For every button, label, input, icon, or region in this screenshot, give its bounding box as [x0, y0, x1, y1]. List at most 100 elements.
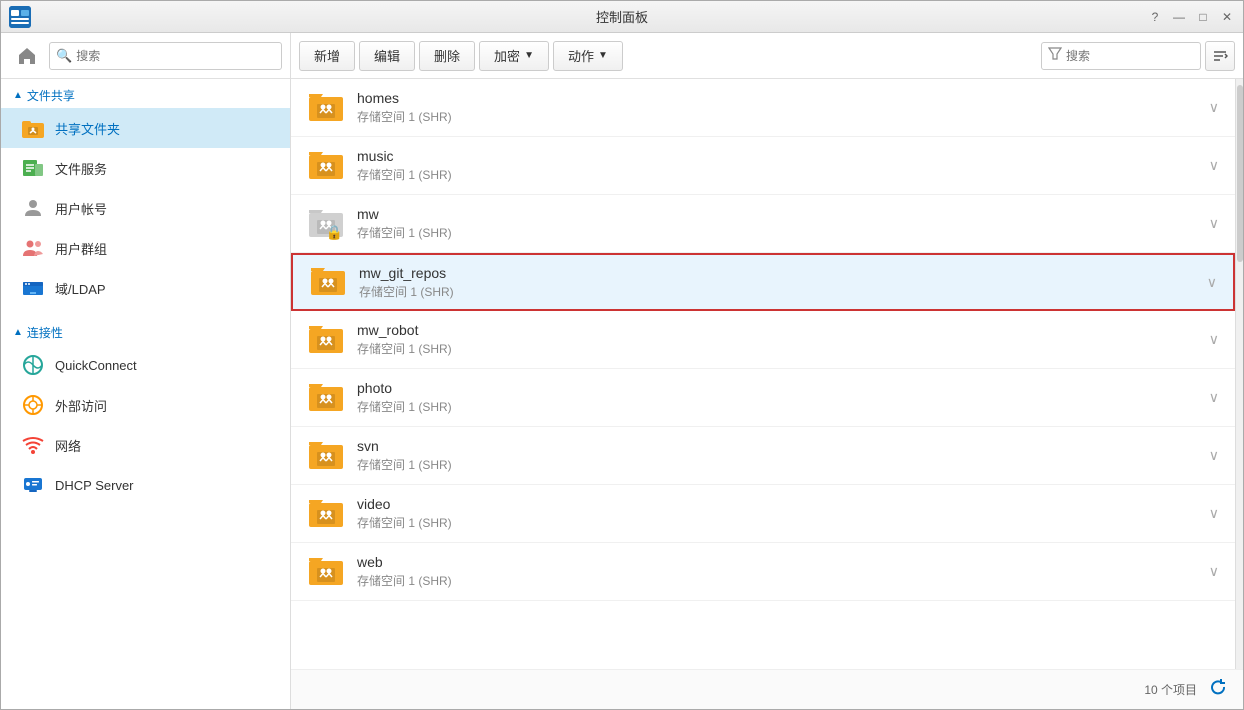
sidebar-item-domain[interactable]: 域/LDAP	[1, 268, 290, 308]
sidebar-item-network-label: 网络	[55, 436, 81, 455]
lock-icon: 🔒	[326, 224, 343, 241]
edit-button[interactable]: 编辑	[359, 41, 415, 71]
encrypt-button[interactable]: 加密 ▼	[479, 41, 549, 71]
user-account-icon	[21, 196, 45, 220]
refresh-icon	[1209, 678, 1227, 696]
list-item[interactable]: video 存储空间 1 (SHR) ∨	[291, 485, 1235, 543]
expand-icon-web[interactable]: ∨	[1209, 563, 1219, 580]
refresh-button[interactable]	[1209, 678, 1227, 701]
delete-button[interactable]: 删除	[419, 41, 475, 71]
sidebar-item-external-access-label: 外部访问	[55, 396, 107, 415]
section-file-share[interactable]: ▲ 文件共享	[1, 79, 290, 108]
sidebar-header: 🔍	[1, 33, 290, 79]
sidebar-item-user-account-label: 用户帐号	[55, 199, 107, 218]
list-item[interactable]: 🔒 mw 存储空间 1 (SHR) ∨	[291, 195, 1235, 253]
file-name-homes: homes	[357, 90, 1201, 106]
expand-icon-mw-git-repos[interactable]: ∨	[1207, 274, 1217, 291]
list-item[interactable]: homes 存储空间 1 (SHR) ∨	[291, 79, 1235, 137]
sidebar-item-network[interactable]: 网络	[1, 425, 290, 465]
sort-icon	[1212, 48, 1228, 64]
file-sub-video: 存储空间 1 (SHR)	[357, 514, 1201, 531]
file-list-footer: 10 个项目	[291, 669, 1243, 709]
app-logo	[9, 6, 31, 28]
quickconnect-icon	[21, 353, 45, 377]
folder-icon-music	[307, 147, 345, 185]
file-info-photo: photo 存储空间 1 (SHR)	[357, 380, 1201, 415]
sort-button[interactable]	[1205, 41, 1235, 71]
sidebar-item-user-group[interactable]: 用户群组	[1, 228, 290, 268]
expand-icon-svn[interactable]: ∨	[1209, 447, 1219, 464]
list-item[interactable]: web 存储空间 1 (SHR) ∨	[291, 543, 1235, 601]
sidebar-search-input[interactable]	[76, 49, 275, 63]
expand-icon-mw[interactable]: ∨	[1209, 215, 1219, 232]
file-info-mw: mw 存储空间 1 (SHR)	[357, 206, 1201, 241]
dhcp-icon	[21, 473, 45, 497]
folder-icon-mw-robot	[307, 321, 345, 359]
list-item[interactable]: mw_robot 存储空间 1 (SHR) ∨	[291, 311, 1235, 369]
expand-icon-mw-robot[interactable]: ∨	[1209, 331, 1219, 348]
toolbar-search-box	[1041, 42, 1201, 70]
sidebar-item-quickconnect[interactable]: QuickConnect	[1, 345, 290, 385]
file-name-music: music	[357, 148, 1201, 164]
sidebar-item-user-account[interactable]: 用户帐号	[1, 188, 290, 228]
sidebar-item-shared-folder-label: 共享文件夹	[55, 119, 120, 138]
content-area: 新增 编辑 删除 加密 ▼ 动作 ▼	[291, 33, 1243, 709]
list-item[interactable]: photo 存储空间 1 (SHR) ∨	[291, 369, 1235, 427]
file-service-icon	[21, 156, 45, 180]
expand-icon-photo[interactable]: ∨	[1209, 389, 1219, 406]
sidebar-item-dhcp[interactable]: DHCP Server	[1, 465, 290, 505]
maximize-button[interactable]: □	[1195, 9, 1211, 25]
sidebar-item-external-access[interactable]: 外部访问	[1, 385, 290, 425]
item-count: 10 个项目	[1144, 681, 1197, 698]
chevron-up-icon: ▲	[13, 90, 23, 101]
file-info-mw-git-repos: mw_git_repos 存储空间 1 (SHR)	[359, 265, 1199, 300]
file-name-mw-git-repos: mw_git_repos	[359, 265, 1199, 281]
scrollbar[interactable]	[1235, 79, 1243, 669]
list-item[interactable]: music 存储空间 1 (SHR) ∨	[291, 137, 1235, 195]
window-controls: ? — □ ✕	[1147, 9, 1235, 25]
folder-icon-homes	[307, 89, 345, 127]
sidebar-content: ▲ 文件共享 共享文件夹	[1, 79, 290, 709]
file-sub-music: 存储空间 1 (SHR)	[357, 166, 1201, 183]
encrypt-dropdown-icon: ▼	[524, 50, 534, 61]
list-item-mw-git-repos[interactable]: mw_git_repos 存储空间 1 (SHR) ∨	[291, 253, 1235, 311]
file-sub-photo: 存储空间 1 (SHR)	[357, 398, 1201, 415]
scroll-thumb[interactable]	[1237, 85, 1243, 262]
list-item[interactable]: svn 存储空间 1 (SHR) ∨	[291, 427, 1235, 485]
sidebar-item-dhcp-label: DHCP Server	[55, 478, 134, 493]
toolbar-search-input[interactable]	[1066, 49, 1221, 63]
expand-icon-video[interactable]: ∨	[1209, 505, 1219, 522]
home-button[interactable]	[9, 38, 45, 74]
titlebar: 控制面板 ? — □ ✕	[1, 1, 1243, 33]
network-icon	[21, 433, 45, 457]
sidebar-item-file-service[interactable]: 文件服务	[1, 148, 290, 188]
file-info-mw-robot: mw_robot 存储空间 1 (SHR)	[357, 322, 1201, 357]
section-connectivity-label: 连接性	[27, 324, 63, 341]
folder-icon-svn	[307, 437, 345, 475]
expand-icon-music[interactable]: ∨	[1209, 157, 1219, 174]
file-sub-mw-robot: 存储空间 1 (SHR)	[357, 340, 1201, 357]
file-info-web: web 存储空间 1 (SHR)	[357, 554, 1201, 589]
sidebar-item-domain-label: 域/LDAP	[55, 279, 106, 298]
file-sub-svn: 存储空间 1 (SHR)	[357, 456, 1201, 473]
minimize-button[interactable]: —	[1171, 9, 1187, 25]
file-name-mw: mw	[357, 206, 1201, 222]
main-window: 控制面板 ? — □ ✕ 🔍	[0, 0, 1244, 710]
file-name-web: web	[357, 554, 1201, 570]
file-info-music: music 存储空间 1 (SHR)	[357, 148, 1201, 183]
sidebar-item-shared-folder[interactable]: 共享文件夹	[1, 108, 290, 148]
close-button[interactable]: ✕	[1219, 9, 1235, 25]
file-name-photo: photo	[357, 380, 1201, 396]
toolbar: 新增 编辑 删除 加密 ▼ 动作 ▼	[291, 33, 1243, 79]
file-list-container: homes 存储空间 1 (SHR) ∨	[291, 79, 1243, 669]
section-connectivity[interactable]: ▲ 连接性	[1, 316, 290, 345]
sidebar-item-user-group-label: 用户群组	[55, 239, 107, 258]
file-name-video: video	[357, 496, 1201, 512]
expand-icon-homes[interactable]: ∨	[1209, 99, 1219, 116]
folder-icon-web	[307, 553, 345, 591]
new-button[interactable]: 新增	[299, 41, 355, 71]
section-file-share-label: 文件共享	[27, 87, 75, 104]
folder-icon-video	[307, 495, 345, 533]
help-button[interactable]: ?	[1147, 9, 1163, 25]
action-button[interactable]: 动作 ▼	[553, 41, 623, 71]
